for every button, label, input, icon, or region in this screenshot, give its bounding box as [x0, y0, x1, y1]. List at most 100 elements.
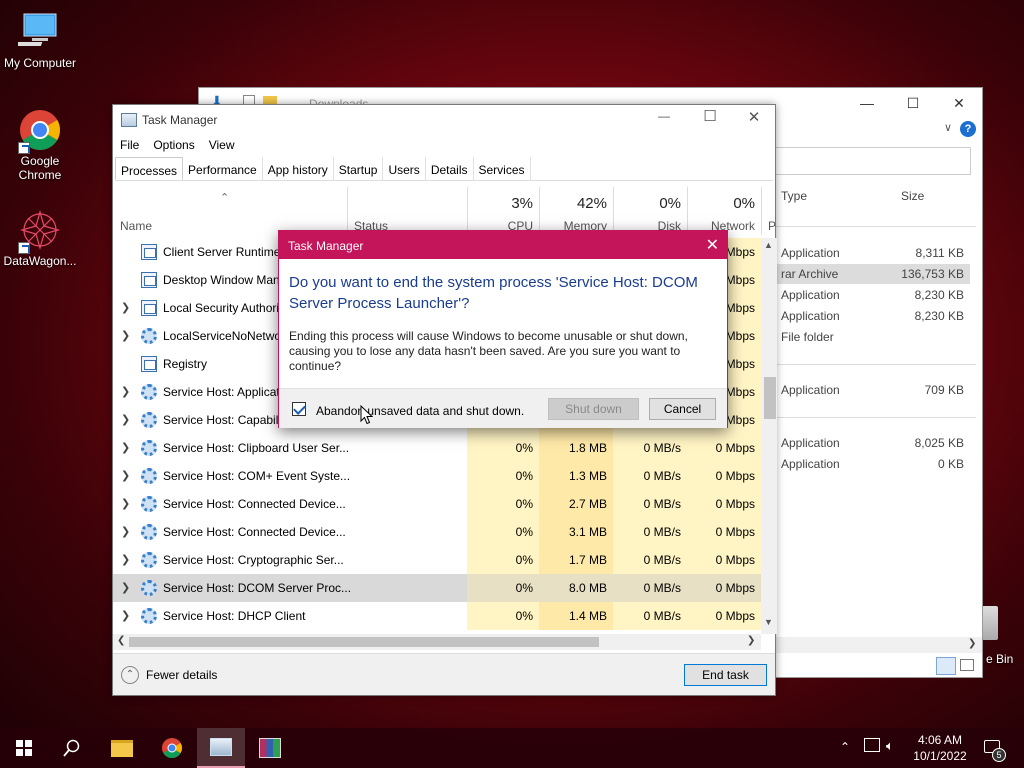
checkbox-label[interactable]: Abandon unsaved data and shut down. — [316, 404, 524, 418]
fewer-details-link[interactable]: Fewer details — [146, 668, 217, 682]
desktop-icon-my-computer[interactable]: My Computer — [0, 10, 80, 70]
end-task-button[interactable]: End task — [684, 664, 767, 686]
scroll-right-icon[interactable]: ❯ — [747, 635, 755, 646]
taskbar: ⌃ 🔈︎ 4:06 AM 10/1/2022 5 — [0, 728, 1024, 768]
close-icon[interactable]: ✕ — [706, 235, 719, 255]
recycle-bin-label: e Bin — [986, 652, 1014, 666]
scroll-left-icon[interactable]: ❮ — [117, 635, 125, 646]
search-button[interactable] — [48, 728, 96, 768]
file-row[interactable]: Application 0 KB — [776, 454, 970, 474]
cancel-button[interactable]: Cancel — [649, 398, 716, 420]
explorer-search-input[interactable] — [776, 147, 971, 175]
maximize-button[interactable]: ☐ — [695, 107, 725, 129]
column-header-disk[interactable]: 0% Disk — [613, 187, 687, 235]
column-header-cpu[interactable]: 3% CPU — [467, 187, 539, 235]
tab-startup[interactable]: Startup — [334, 157, 384, 180]
expand-chevron-icon[interactable]: ❯ — [121, 553, 130, 566]
expand-chevron-icon[interactable]: ❯ — [121, 581, 130, 594]
menu-view[interactable]: View — [209, 138, 235, 152]
expand-chevron-icon[interactable]: ❯ — [121, 469, 130, 482]
maximize-button[interactable]: ☐ — [890, 88, 936, 118]
explorer-hscrollbar[interactable] — [776, 637, 982, 653]
close-button[interactable]: ✕ — [739, 108, 769, 130]
network-icon[interactable] — [864, 738, 880, 752]
desktop-icon-datawagon[interactable]: DataWagon... — [0, 208, 80, 268]
tab-details[interactable]: Details — [426, 157, 474, 180]
gear-icon — [141, 496, 157, 512]
menu-options[interactable]: Options — [153, 138, 194, 152]
column-header-size[interactable]: Size — [901, 189, 924, 203]
expand-chevron-icon[interactable]: ❯ — [121, 413, 130, 426]
table-row[interactable]: ❯ Service Host: DHCP Client 0% 1.4 MB 0 MB/s… — [113, 602, 761, 630]
file-row[interactable]: Application 8,230 KB — [776, 306, 970, 326]
tab-app-history[interactable]: App history — [263, 157, 334, 180]
start-button[interactable] — [0, 728, 48, 768]
details-view-icon[interactable] — [936, 657, 956, 675]
gear-icon — [141, 552, 157, 568]
collapse-up-icon[interactable]: ⌃ — [121, 666, 139, 684]
desktop-icon-google-chrome[interactable]: Google Chrome — [0, 108, 80, 182]
desktop-icon-label: Google Chrome — [18, 154, 62, 182]
dialog-footer: Abandon unsaved data and shut down. Shut… — [279, 388, 727, 428]
minimize-button[interactable]: — — [844, 88, 890, 118]
table-row-selected[interactable]: ❯ Service Host: DCOM Server Proc... 0% 8.0 … — [113, 574, 761, 602]
minimize-button[interactable]: — — [649, 109, 679, 131]
tab-users[interactable]: Users — [383, 157, 426, 180]
chrome-icon — [162, 738, 182, 758]
show-hidden-icons-chevron-icon[interactable]: ⌃ — [840, 740, 850, 768]
table-row[interactable]: ❯ Service Host: Connected Device... 0% 3.1 … — [113, 518, 761, 546]
abandon-data-checkbox[interactable] — [292, 402, 306, 416]
file-row[interactable]: Application 709 KB — [776, 380, 970, 400]
expand-chevron-icon[interactable]: ❯ — [121, 609, 130, 622]
close-button[interactable]: ✕ — [936, 88, 982, 118]
expand-chevron-icon[interactable]: ❯ — [121, 385, 130, 398]
expand-chevron-icon[interactable]: ❯ — [121, 329, 130, 342]
table-row[interactable]: ❯ Service Host: COM+ Event Syste... 0% 1.3 … — [113, 462, 761, 490]
expand-chevron-icon[interactable]: ❯ — [121, 301, 130, 314]
column-header-type[interactable]: Type — [781, 189, 807, 203]
file-row[interactable]: Application 8,025 KB — [776, 433, 970, 453]
large-icons-view-icon[interactable] — [960, 659, 974, 671]
column-header-memory[interactable]: 42% Memory — [539, 187, 613, 235]
scrollbar-thumb[interactable] — [764, 377, 776, 419]
file-row[interactable]: rar Archive 136,753 KB — [776, 264, 970, 284]
scrollbar-thumb[interactable] — [129, 637, 599, 647]
taskbar-chrome[interactable] — [148, 728, 196, 768]
scroll-right-icon[interactable]: ❯ — [968, 638, 976, 649]
column-header-network[interactable]: 0% Network — [687, 187, 761, 235]
gear-icon — [141, 412, 157, 428]
chevron-down-icon[interactable]: ∨ — [944, 121, 952, 134]
scroll-up-icon[interactable]: ▲ — [764, 240, 773, 250]
gear-icon — [141, 580, 157, 596]
clock[interactable]: 4:06 AM 10/1/2022 — [912, 732, 968, 768]
vertical-scrollbar[interactable] — [761, 238, 777, 634]
dialog-message: Ending this process will cause Windows t… — [289, 329, 688, 373]
recycle-bin-icon[interactable] — [982, 606, 998, 640]
column-header-power[interactable]: P — [761, 187, 776, 235]
file-row[interactable]: Application 8,230 KB — [776, 285, 970, 305]
expand-chevron-icon[interactable]: ❯ — [121, 525, 130, 538]
end-process-dialog[interactable]: Task Manager ✕ Do you want to end the sy… — [278, 230, 728, 428]
table-row[interactable]: ❯ Service Host: Cryptographic Ser... 0% 1.7… — [113, 546, 761, 574]
scroll-down-icon[interactable]: ▼ — [764, 617, 773, 627]
taskbar-task-manager[interactable] — [197, 728, 245, 768]
divider — [776, 364, 976, 365]
table-row[interactable]: ❯ Service Host: Connected Device... 0% 2.7 … — [113, 490, 761, 518]
column-header-status[interactable]: Status — [347, 187, 467, 235]
column-header-name[interactable]: Name — [120, 219, 152, 233]
file-row[interactable]: File folder — [776, 327, 970, 347]
tab-services[interactable]: Services — [474, 157, 531, 180]
menu-file[interactable]: File — [120, 138, 139, 152]
table-row[interactable]: ❯ Service Host: Clipboard User Ser... 0% 1.… — [113, 434, 761, 462]
file-row[interactable]: Application 8,311 KB — [776, 243, 970, 263]
dialog-titlebar[interactable]: Task Manager ✕ — [279, 231, 727, 259]
taskbar-archive-app[interactable] — [246, 728, 294, 768]
shut-down-button[interactable]: Shut down — [548, 398, 639, 420]
volume-icon[interactable]: 🔈︎ — [886, 738, 894, 768]
expand-chevron-icon[interactable]: ❯ — [121, 497, 130, 510]
help-icon[interactable]: ? — [960, 121, 976, 137]
tab-processes[interactable]: Processes — [115, 157, 184, 180]
taskbar-file-explorer[interactable] — [98, 728, 146, 768]
expand-chevron-icon[interactable]: ❯ — [121, 441, 130, 454]
tab-performance[interactable]: Performance — [183, 157, 263, 180]
